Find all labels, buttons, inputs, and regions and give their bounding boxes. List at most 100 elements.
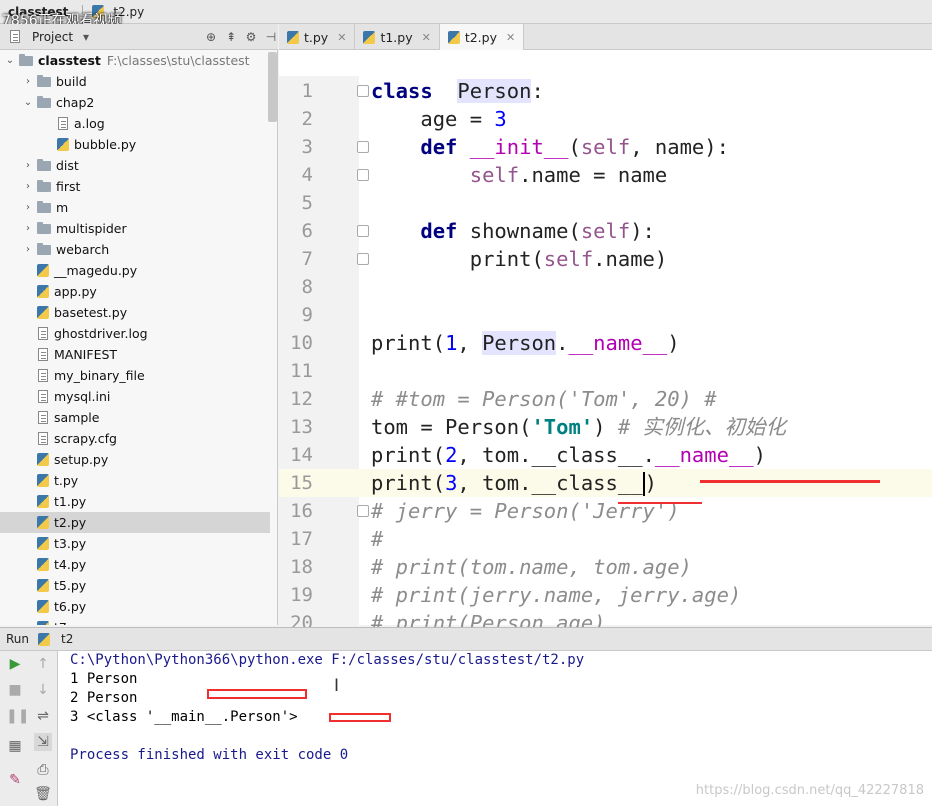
tree-item[interactable]: setup.py [0, 449, 270, 470]
code-text: # print(tom.name, tom.age) [371, 553, 692, 581]
code-token: # #tom = Person('Tom', 20) # [371, 387, 717, 411]
tree-item[interactable]: t2.py [0, 512, 270, 533]
stop-icon[interactable]: ■ [6, 681, 24, 699]
fold-marker-icon[interactable] [357, 169, 369, 181]
chevron-right-icon[interactable]: › [22, 244, 34, 255]
tree-item[interactable]: mysql.ini [0, 386, 270, 407]
tree-item[interactable]: a.log [0, 113, 270, 134]
code-token: print( [371, 247, 544, 271]
code-line[interactable]: 13 tom = Person('Tom') # 实例化、初始化 [279, 413, 932, 441]
tree-item-label: t1.py [54, 494, 87, 509]
folder-icon [37, 221, 51, 234]
tree-item-label: t3.py [54, 536, 87, 551]
close-icon[interactable]: ✕ [337, 31, 346, 44]
project-view-selector[interactable]: Project [32, 30, 73, 44]
pin-icon[interactable]: ✎ [6, 771, 24, 789]
code-token: __name__ [654, 443, 754, 467]
code-line[interactable]: 6 def showname(self): [279, 217, 932, 245]
tree-item[interactable]: t.py [0, 470, 270, 491]
close-icon[interactable]: ✕ [422, 31, 431, 44]
collapse-icon[interactable]: ⇞ [224, 30, 238, 44]
tree-item[interactable]: t1.py [0, 491, 270, 512]
tree-item[interactable]: basetest.py [0, 302, 270, 323]
code-line[interactable]: 14 print(2, tom.__class__.__name__) [279, 441, 932, 469]
code-line[interactable]: 2 age = 3 [279, 105, 932, 133]
tree-item[interactable]: scrapy.cfg [0, 428, 270, 449]
tree-item[interactable]: sample [0, 407, 270, 428]
close-icon[interactable]: ✕ [506, 31, 515, 44]
chevron-right-icon[interactable]: › [22, 181, 34, 192]
editor-tab[interactable]: t1.py ✕ [355, 24, 440, 50]
run-config-name[interactable]: t2 [61, 632, 73, 646]
editor-tab[interactable]: t2.py ✕ [439, 24, 525, 50]
line-number: 8 [301, 276, 313, 298]
tree-item[interactable]: ⌄ chap2 [0, 92, 270, 113]
code-token: ) [593, 415, 618, 439]
fold-marker-icon[interactable] [357, 225, 369, 237]
tree-item[interactable]: MANIFEST [0, 344, 270, 365]
chevron-right-icon[interactable]: › [22, 160, 34, 171]
tree-item[interactable]: app.py [0, 281, 270, 302]
code-line[interactable]: 18 # print(tom.name, tom.age) [279, 553, 932, 581]
tree-item[interactable]: t3.py [0, 533, 270, 554]
tree-item[interactable]: t5.py [0, 575, 270, 596]
code-line[interactable]: 16 # jerry = Person('Jerry') [279, 497, 932, 525]
chevron-right-icon[interactable]: › [22, 202, 34, 213]
tree-root[interactable]: ⌄ classtest F:\classes\stu\classtest [0, 50, 270, 71]
editor-tab[interactable]: t.py ✕ [279, 24, 356, 50]
code-token: 'Tom' [531, 415, 594, 439]
tree-item[interactable]: ghostdriver.log [0, 323, 270, 344]
fold-marker-icon[interactable] [357, 141, 369, 153]
tree-item[interactable]: › build [0, 71, 270, 92]
fold-marker-icon[interactable] [357, 253, 369, 265]
line-number: 1 [301, 80, 313, 102]
chevron-down-icon[interactable]: ⌄ [4, 55, 16, 66]
trash-icon[interactable]: 🗑 [34, 785, 52, 803]
code-line[interactable]: 1 class Person: [279, 77, 932, 105]
tree-item[interactable]: › webarch [0, 239, 270, 260]
code-line[interactable]: 9 [279, 301, 932, 329]
file-icon [38, 369, 48, 382]
tree-item[interactable]: my_binary_file [0, 365, 270, 386]
code-line[interactable]: 10 print(1, Person.__name__) [279, 329, 932, 357]
code-line[interactable]: 11 [279, 357, 932, 385]
scroll-up-icon[interactable]: ↑ [34, 655, 52, 673]
code-line[interactable]: 5 [279, 189, 932, 217]
code-token: 3 [445, 471, 458, 495]
tree-item[interactable]: __magedu.py [0, 260, 270, 281]
tree-item[interactable]: t7 [0, 617, 270, 625]
gear-icon[interactable]: ⚙ [244, 30, 258, 44]
chevron-right-icon[interactable]: › [22, 76, 34, 87]
tree-item[interactable]: › dist [0, 155, 270, 176]
tree-item[interactable]: t4.py [0, 554, 270, 575]
tree-item[interactable]: › multispider [0, 218, 270, 239]
code-line[interactable]: 7 print(self.name) [279, 245, 932, 273]
code-line[interactable]: 8 [279, 273, 932, 301]
tree-item[interactable]: › first [0, 176, 270, 197]
soft-wrap-icon[interactable]: ⇌ [34, 707, 52, 725]
code-line[interactable]: 15 print(3, tom.__class__) [279, 469, 932, 497]
code-line[interactable]: 19 # print(jerry.name, jerry.age) [279, 581, 932, 609]
print-icon[interactable]: ⎙ [34, 761, 52, 779]
fold-marker-icon[interactable] [357, 505, 369, 517]
sync-icon[interactable]: ⊕ [204, 30, 218, 44]
code-line[interactable]: 3 def __init__(self, name): [279, 133, 932, 161]
tree-item[interactable]: t6.py [0, 596, 270, 617]
tree-item[interactable]: › m [0, 197, 270, 218]
scroll-end-icon[interactable]: ⇲ [34, 733, 52, 751]
rerun-icon[interactable]: ▶ [6, 655, 24, 673]
project-scrollbar[interactable] [268, 52, 277, 122]
pause-icon[interactable]: ❚❚ [6, 707, 29, 725]
hide-panel-icon[interactable]: ⊣ [264, 30, 278, 44]
tab-label: t.py [304, 29, 329, 45]
layout-icon[interactable]: ▦ [6, 737, 24, 755]
chevron-right-icon[interactable]: › [22, 223, 34, 234]
code-line[interactable]: 4 self.name = name [279, 161, 932, 189]
fold-marker-icon[interactable] [357, 85, 369, 97]
chevron-down-icon[interactable]: ⌄ [22, 97, 34, 108]
scroll-down-icon[interactable]: ↓ [34, 681, 52, 699]
code-line[interactable]: 12 # #tom = Person('Tom', 20) # [279, 385, 932, 413]
tree-item[interactable]: bubble.py [0, 134, 270, 155]
dropdown-icon[interactable]: ▾ [79, 30, 93, 44]
code-line[interactable]: 17 # [279, 525, 932, 553]
